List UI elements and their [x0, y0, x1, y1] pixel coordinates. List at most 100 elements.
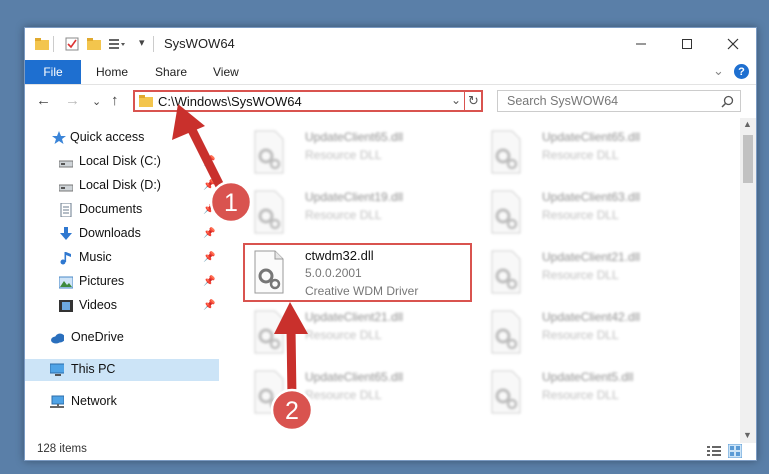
file-tile[interactable]: UpdateClient5.dll Resource DLL — [486, 366, 706, 422]
vertical-scrollbar[interactable]: ▲ ▼ — [740, 118, 756, 443]
file-description: Resource DLL — [542, 148, 619, 162]
pin-icon[interactable]: 📌 — [203, 180, 215, 191]
file-tile[interactable]: UpdateClient21.dll Resource DLL — [249, 306, 469, 362]
file-description: Resource DLL — [542, 328, 619, 342]
sidebar-item-local-disk-c[interactable]: Local Disk (C:) 📌 — [25, 151, 219, 173]
sidebar-item-pictures[interactable]: Pictures 📌 — [25, 271, 219, 293]
file-name: UpdateClient65.dll — [305, 370, 404, 384]
navigation-pane: Quick access Local Disk (C:) 📌 Local Dis… — [25, 118, 219, 443]
dll-file-icon — [491, 130, 521, 174]
tab-share[interactable]: Share — [155, 65, 187, 79]
search-box[interactable]: Search SysWOW64 — [497, 90, 741, 112]
sidebar-item-this-pc[interactable]: This PC — [25, 359, 219, 381]
sidebar-item-label: Downloads — [79, 226, 141, 240]
computer-icon — [50, 363, 64, 376]
file-tile[interactable]: UpdateClient19.dll Resource DLL — [249, 186, 469, 242]
file-tile[interactable]: UpdateClient65.dll Resource DLL — [486, 126, 706, 182]
file-name: UpdateClient21.dll — [542, 250, 641, 264]
properties-icon[interactable] — [65, 37, 79, 51]
file-name: UpdateClient5.dll — [542, 370, 634, 384]
pin-icon[interactable]: 📌 — [203, 156, 215, 167]
title-bar: ▾ SysWOW64 — [25, 28, 756, 60]
back-arrow-icon[interactable]: ← — [36, 92, 51, 109]
titlebar-divider-2 — [153, 36, 154, 52]
documents-icon — [60, 203, 72, 217]
maximize-icon — [682, 39, 692, 49]
tiles-view-icon[interactable] — [728, 444, 742, 458]
file-description: Resource DLL — [542, 268, 619, 282]
up-arrow-icon[interactable]: ↑ — [111, 92, 119, 109]
file-name: UpdateClient21.dll — [305, 310, 404, 324]
sidebar-item-label: Pictures — [79, 274, 125, 288]
file-description: Resource DLL — [542, 208, 619, 222]
forward-arrow-icon[interactable]: → — [65, 92, 80, 109]
scroll-down-icon[interactable]: ▼ — [743, 430, 752, 440]
sidebar-item-local-disk-d[interactable]: Local Disk (D:) 📌 — [25, 175, 219, 197]
titlebar-divider — [53, 36, 54, 52]
status-bar: 128 items — [25, 443, 756, 460]
sidebar-item-network[interactable]: Network — [25, 391, 219, 413]
file-description: Resource DLL — [305, 388, 382, 402]
sidebar-item-label: Quick access — [70, 130, 145, 144]
pin-icon[interactable]: 📌 — [203, 300, 215, 311]
dll-file-icon — [491, 310, 521, 354]
download-icon — [60, 227, 72, 240]
help-icon[interactable]: ? — [734, 64, 749, 79]
expand-ribbon-icon[interactable]: ⌄ — [713, 63, 724, 79]
sidebar-item-documents[interactable]: Documents 📌 — [25, 199, 219, 221]
file-name: UpdateClient63.dll — [542, 190, 641, 204]
sidebar-item-quick-access[interactable]: Quick access — [25, 127, 219, 149]
tab-view[interactable]: View — [213, 65, 239, 79]
file-tile[interactable]: UpdateClient65.dll Resource DLL — [249, 126, 469, 182]
sidebar-item-videos[interactable]: Videos 📌 — [25, 295, 219, 317]
scrollbar-thumb[interactable] — [743, 135, 753, 183]
pin-icon[interactable]: 📌 — [203, 228, 215, 239]
file-description: Resource DLL — [305, 328, 382, 342]
dll-file-icon — [254, 310, 284, 354]
pin-icon[interactable]: 📌 — [203, 252, 215, 263]
file-name: UpdateClient19.dll — [305, 190, 404, 204]
sidebar-item-onedrive[interactable]: OneDrive — [25, 327, 219, 349]
sidebar-item-music[interactable]: Music 📌 — [25, 247, 219, 269]
pin-icon[interactable]: 📌 — [203, 204, 215, 215]
search-icon[interactable] — [721, 95, 734, 108]
customize-toolbar-icon[interactable] — [109, 37, 125, 51]
maximize-button[interactable] — [664, 28, 710, 60]
address-dropdown-icon[interactable]: ⌄ — [451, 93, 461, 107]
videos-icon — [59, 300, 73, 312]
folder-icon[interactable] — [35, 37, 49, 51]
tab-file[interactable]: File — [25, 60, 81, 84]
refresh-icon[interactable]: ↻ — [468, 93, 479, 109]
dll-file-icon — [491, 250, 521, 294]
item-count: 128 items — [37, 443, 87, 455]
sidebar-item-downloads[interactable]: Downloads 📌 — [25, 223, 219, 245]
minimize-button[interactable] — [618, 28, 664, 60]
sidebar-item-label: Local Disk (C:) — [79, 154, 161, 168]
scroll-up-icon[interactable]: ▲ — [743, 119, 752, 129]
file-tile[interactable]: UpdateClient42.dll Resource DLL — [486, 306, 706, 362]
file-name: UpdateClient42.dll — [542, 310, 641, 324]
recent-locations-icon[interactable]: ⌄ — [92, 95, 101, 108]
file-description: Resource DLL — [305, 148, 382, 162]
file-highlight-box — [243, 243, 472, 302]
ribbon-tabs: File Home Share View ⌄ ? — [25, 60, 756, 85]
details-view-icon[interactable] — [707, 445, 721, 457]
drive-icon — [59, 184, 73, 192]
file-tile[interactable]: UpdateClient21.dll Resource DLL — [486, 246, 706, 302]
new-folder-icon[interactable] — [87, 37, 101, 51]
tab-home[interactable]: Home — [96, 65, 128, 79]
file-tile[interactable]: UpdateClient65.dll Resource DLL — [249, 366, 469, 422]
dropdown-arrow-icon[interactable]: ▾ — [139, 36, 145, 49]
pin-icon[interactable]: 📌 — [203, 276, 215, 287]
dll-file-icon — [254, 190, 284, 234]
file-tile[interactable]: UpdateClient63.dll Resource DLL — [486, 186, 706, 242]
file-name: UpdateClient65.dll — [305, 130, 404, 144]
music-icon — [60, 252, 71, 265]
close-button[interactable] — [710, 28, 756, 60]
minimize-icon — [636, 43, 646, 45]
folder-icon — [139, 95, 153, 107]
dll-file-icon — [491, 370, 521, 414]
drive-icon — [59, 160, 73, 168]
address-bar[interactable]: C:\Windows\SysWOW64 ⌄ ↻ — [133, 90, 483, 112]
dll-file-icon — [254, 370, 284, 414]
